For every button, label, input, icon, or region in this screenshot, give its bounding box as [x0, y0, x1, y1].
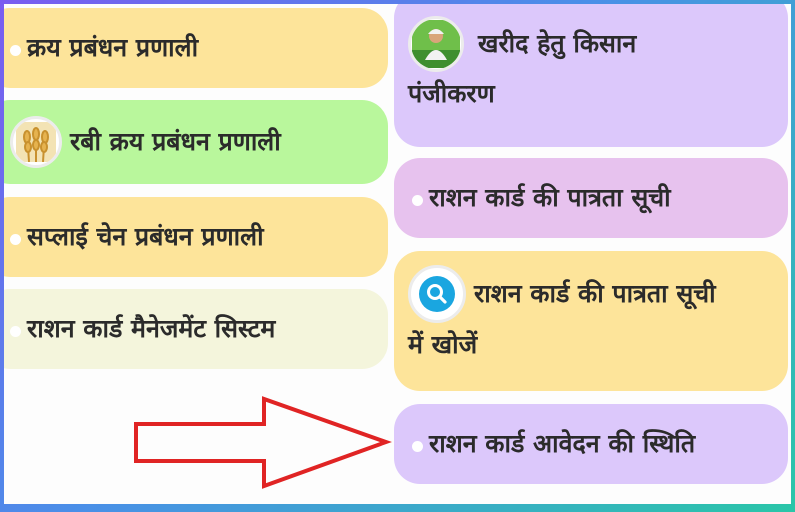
card-label: रबी क्रय प्रबंधन प्रणाली	[70, 126, 281, 156]
card-supply-chain[interactable]: सप्लाई चेन प्रबंधन प्रणाली	[4, 197, 388, 277]
card-ration-avedan-sthiti[interactable]: राशन कार्ड आवेदन की स्थिति	[394, 404, 788, 484]
bullet-icon	[412, 440, 423, 452]
arrow-right-icon	[134, 396, 392, 489]
card-label-line1: राशन कार्ड की पात्रता सूची	[474, 278, 716, 308]
bullet-icon	[10, 44, 21, 56]
bullet-icon	[10, 233, 21, 245]
card-rabi-kray[interactable]: रबी क्रय प्रबंधन प्रणाली	[4, 100, 388, 184]
card-label: राशन कार्ड आवेदन की स्थिति	[429, 428, 696, 458]
menu-panel: क्रय प्रबंधन प्रणाली रबी क्रय प्रबंधन प्…	[4, 4, 791, 504]
card-ration-management[interactable]: राशन कार्ड मैनेजमेंट सिस्टम	[4, 289, 388, 369]
card-label: सप्लाई चेन प्रबंधन प्रणाली	[27, 221, 264, 251]
farmer-icon	[408, 16, 464, 72]
card-kray-prabandhan[interactable]: क्रय प्रबंधन प्रणाली	[4, 8, 388, 88]
card-label-line1: खरीद हेतु किसान	[478, 28, 637, 58]
bullet-icon	[412, 194, 423, 206]
card-label: राशन कार्ड की पात्रता सूची	[429, 182, 671, 212]
card-ration-search[interactable]: राशन कार्ड की पात्रता सूची में खोजें	[394, 251, 788, 391]
card-label-line2: में खोजें	[408, 330, 478, 359]
search-icon	[408, 265, 466, 323]
card-ration-patrata[interactable]: राशन कार्ड की पात्रता सूची	[394, 158, 788, 238]
card-label: क्रय प्रबंधन प्रणाली	[27, 32, 199, 62]
card-label: राशन कार्ड मैनेजमेंट सिस्टम	[27, 313, 276, 343]
wheat-icon	[10, 116, 62, 168]
card-label-line2: पंजीकरण	[408, 79, 495, 108]
bullet-icon	[10, 325, 21, 337]
card-kisan-panjikaran[interactable]: खरीद हेतु किसान पंजीकरण	[394, 4, 788, 147]
